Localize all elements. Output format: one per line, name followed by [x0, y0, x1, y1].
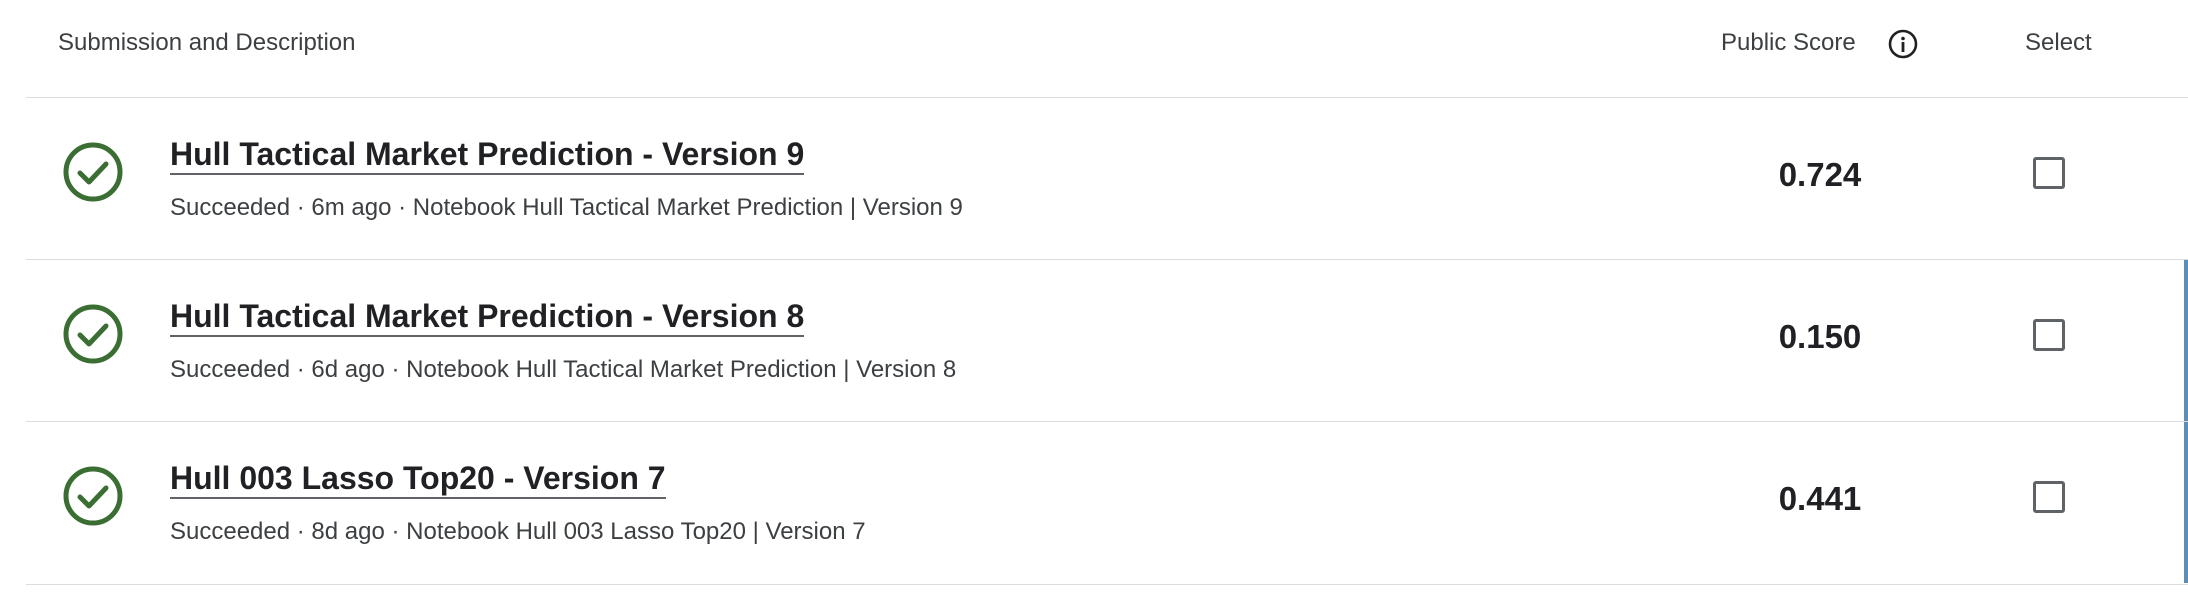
public-score: 0.441 [1778, 480, 1862, 517]
check-circle-icon [63, 466, 123, 526]
submission-meta: Succeeded · 6d ago · Notebook Hull Tacti… [170, 356, 957, 383]
select-checkbox[interactable] [2033, 481, 2065, 513]
table-header: Submission and Description Public Score … [0, 0, 2188, 97]
select-checkbox[interactable] [2033, 157, 2065, 189]
submission-meta: Succeeded · 6m ago · Notebook Hull Tacti… [170, 194, 963, 221]
submission-meta: Succeeded · 8d ago · Notebook Hull 003 L… [170, 518, 866, 545]
check-circle-icon [63, 142, 123, 202]
select-column-header: Select [2025, 29, 2092, 56]
info-icon[interactable] [1887, 28, 1919, 60]
select-checkbox[interactable] [2033, 319, 2065, 351]
divider [26, 584, 2188, 585]
check-circle-icon [63, 304, 123, 364]
submission-row: Hull 003 Lasso Top20 - Version 7 Succeed… [0, 422, 2188, 583]
submission-title-link[interactable]: Hull Tactical Market Prediction - Versio… [170, 136, 805, 175]
public-score: 0.150 [1778, 318, 1862, 355]
submission-title-link[interactable]: Hull 003 Lasso Top20 - Version 7 [170, 460, 666, 499]
public-score-column-header[interactable]: Public Score [1721, 29, 1856, 57]
public-score: 0.724 [1778, 156, 1862, 193]
submission-row: Hull Tactical Market Prediction - Versio… [0, 260, 2188, 421]
submission-title-link[interactable]: Hull Tactical Market Prediction - Versio… [170, 298, 805, 337]
submission-column-header: Submission and Description [58, 29, 356, 56]
submission-row: Hull Tactical Market Prediction - Versio… [0, 98, 2188, 259]
